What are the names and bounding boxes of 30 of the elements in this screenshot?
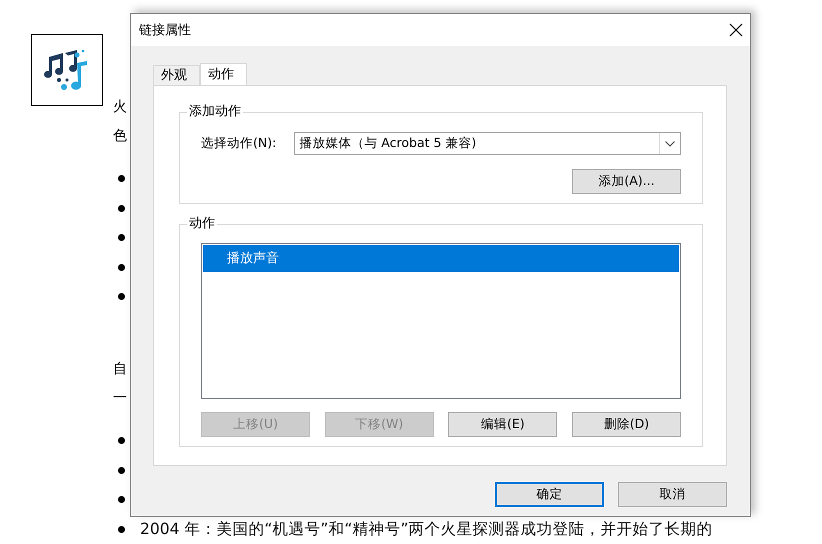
action-dropdown[interactable]: 播放媒体（与 Acrobat 5 兼容) [294,132,681,155]
window-title: 链接属性 [139,22,191,39]
bullet-icon [118,466,125,474]
bullet-icon [118,175,125,182]
bullet-icon [118,264,125,271]
music-notes-logo [31,34,103,106]
paragraph-text: 火 [113,98,127,117]
chevron-down-icon [665,140,675,146]
select-label: 选择动作(N): [201,135,276,152]
list-text: 2004 年：美国的“机遇号”和“精神号”两个火星探测器成功登陆，并开始了长期的 [140,518,712,540]
list-item[interactable]: 播放声音 [203,245,679,272]
group-title: 动作 [187,216,217,232]
dialog-button[interactable]: 取消 [618,482,727,507]
tab[interactable]: 外观 [153,65,200,85]
bullet-icon [118,234,125,242]
action-button[interactable]: 删除(D) [572,412,681,437]
bullet-icon [118,526,125,533]
bullet-icon [118,496,125,504]
bullet-icon [118,204,125,212]
add-button[interactable]: 添加(A)... [572,169,681,194]
close-icon[interactable] [728,22,744,38]
group-title: 添加动作 [187,104,243,120]
paragraph-text: 一 [113,389,128,408]
paragraph-text: 色 [113,127,127,146]
action-button[interactable]: 编辑(E) [448,412,558,437]
paragraph-text: 自 [113,360,128,379]
bullet-icon [118,293,125,300]
tab[interactable]: 动作 [200,63,247,85]
bullet-icon [118,437,125,444]
dialog-button[interactable]: 确定 [495,482,604,507]
